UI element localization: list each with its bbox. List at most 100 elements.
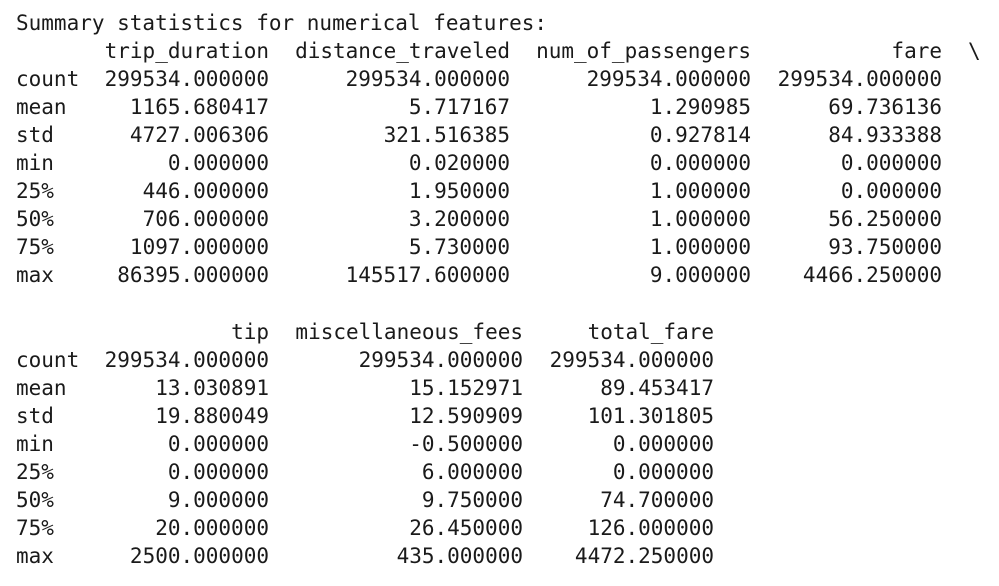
row-label: count [16,67,80,91]
table-cell: 9.000000 [649,263,751,287]
table-cell: 1.000000 [649,179,751,203]
table-cell: 706.000000 [142,207,269,231]
table-cell: 0.000000 [167,460,269,484]
row-label: 50% [16,207,54,231]
output-heading: Summary statistics for numerical feature… [16,11,548,35]
table-cell: 299534.000000 [358,348,523,372]
row-label: std [16,123,54,147]
table-cell: 145517.600000 [345,263,510,287]
row-label: 50% [16,488,54,512]
table-row: 50% 9.000000 9.750000 74.700000 [0,486,999,514]
table-cell: 1.950000 [408,179,510,203]
column-header: total_fare [587,320,714,344]
table-row: 50% 706.000000 3.200000 1.000000 56.250000 [0,205,999,233]
table-cell: 0.000000 [167,151,269,175]
table-cell: 299534.000000 [586,67,751,91]
column-header: num_of_passengers [536,39,751,63]
table-cell: 4472.250000 [574,544,714,568]
row-label: min [16,432,54,456]
table-cell: 26.450000 [409,516,523,540]
row-label: 75% [16,516,54,540]
table-cell: 15.152971 [409,376,523,400]
table-header-row: trip_duration distance_traveled num_of_pas… [0,37,999,65]
table-cell: 435.000000 [396,544,523,568]
table-cell: 89.453417 [600,376,714,400]
table-row: mean 13.030891 15.152971 89.453417 [0,374,999,402]
table-cell: 1097.000000 [129,235,269,259]
table-cell: 446.000000 [142,179,269,203]
table-cell: 1165.680417 [129,95,269,119]
table-cell: 19.880049 [155,404,269,428]
row-label: mean [16,95,67,119]
table-cell: 101.301805 [587,404,714,428]
table-row: std 19.880049 12.590909 101.301805 [0,402,999,430]
row-label: max [16,544,54,568]
table-cell: 0.000000 [840,179,942,203]
table-cell: 86395.000000 [117,263,269,287]
table-cell: 12.590909 [409,404,523,428]
column-header: tip [231,320,269,344]
row-label: 25% [16,179,54,203]
table-cell: -0.500000 [409,432,523,456]
table-row: max 2500.000000 435.000000 4472.250000 [0,542,999,570]
table-row: 25% 0.000000 6.000000 0.000000 [0,458,999,486]
table-cell: 13.030891 [155,376,269,400]
table-cell: 299534.000000 [104,67,269,91]
table-cell: 321.516385 [383,123,510,147]
row-label: count [16,348,80,372]
row-label: max [16,263,54,287]
continuation-marker: \ [968,39,981,63]
column-header: distance_traveled [295,39,510,63]
row-label: min [16,151,54,175]
table-row: mean 1165.680417 5.717167 1.290985 69.736136 [0,93,999,121]
table-cell: 0.000000 [167,432,269,456]
table-cell: 299534.000000 [104,348,269,372]
console-output: Summary statistics for numerical feature… [0,0,999,586]
row-label: 25% [16,460,54,484]
table-cell: 69.736136 [828,95,942,119]
table-cell: 0.020000 [408,151,510,175]
table-cell: 2500.000000 [129,544,269,568]
table-cell: 1.000000 [649,235,751,259]
table-row: count 299534.000000 299534.000000 299534.00… [0,65,999,93]
table-row: count 299534.000000 299534.000000 299534.00… [0,346,999,374]
table-cell: 299534.000000 [777,67,942,91]
table-cell: 1.290985 [649,95,751,119]
table-cell: 84.933388 [828,123,942,147]
table-cell: 5.717167 [408,95,510,119]
table-cell: 0.000000 [649,151,751,175]
table-row: 25% 446.000000 1.950000 1.000000 0.000000 [0,177,999,205]
table-row: 75% 1097.000000 5.730000 1.000000 93.750000 [0,233,999,261]
row-label: 75% [16,235,54,259]
row-label: std [16,404,54,428]
table-cell: 4727.006306 [129,123,269,147]
table-cell: 0.000000 [612,432,714,456]
column-header: fare [891,39,942,63]
table-cell: 56.250000 [828,207,942,231]
table-cell: 1.000000 [649,207,751,231]
table-cell: 3.200000 [408,207,510,231]
table-row: min 0.000000 -0.500000 0.000000 [0,430,999,458]
table-row: std 4727.006306 321.516385 0.927814 84.93338… [0,121,999,149]
table-row: 75% 20.000000 26.450000 126.000000 [0,514,999,542]
table-cell: 0.927814 [649,123,751,147]
table-cell: 6.000000 [421,460,523,484]
table-cell: 20.000000 [155,516,269,540]
table-row: max 86395.000000 145517.600000 9.000000 4466… [0,261,999,289]
table-cell: 9.000000 [167,488,269,512]
column-header: trip_duration [104,39,269,63]
table-cell: 0.000000 [840,151,942,175]
table-cell: 0.000000 [612,460,714,484]
row-label: mean [16,376,67,400]
table-cell: 74.700000 [600,488,714,512]
table-cell: 4466.250000 [802,263,942,287]
table-cell: 93.750000 [828,235,942,259]
table-cell: 9.750000 [421,488,523,512]
table-row: min 0.000000 0.020000 0.000000 0.000000 [0,149,999,177]
table-cell: 299534.000000 [345,67,510,91]
table-cell: 126.000000 [587,516,714,540]
table-header-row: tip miscellaneous_fees total_fare [0,318,999,346]
column-header: miscellaneous_fees [295,320,523,344]
table-cell: 299534.000000 [549,348,714,372]
table-cell: 5.730000 [408,235,510,259]
